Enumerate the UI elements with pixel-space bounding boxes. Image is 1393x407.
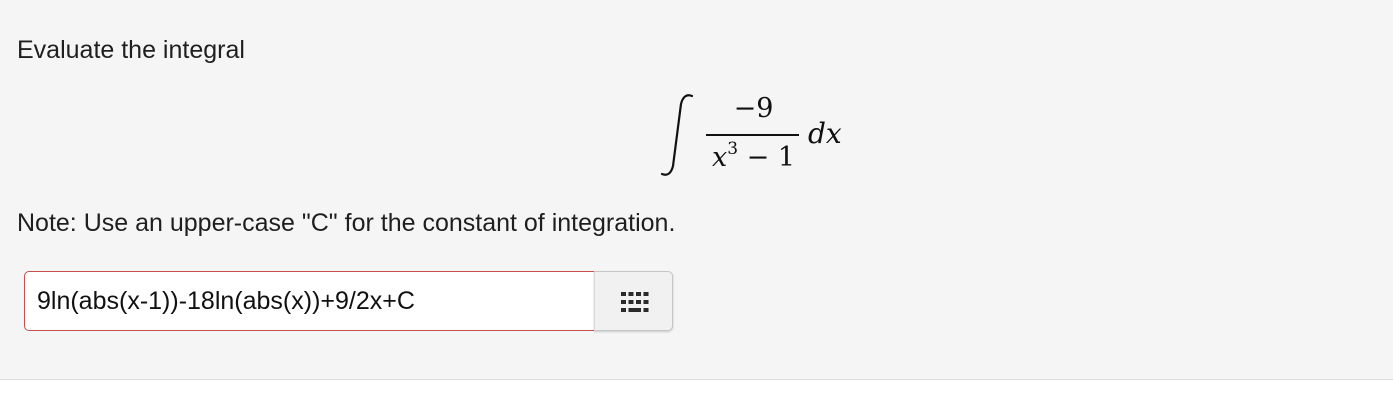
keypad-grid-icon [621, 292, 649, 312]
constant-note: Note: Use an upper-case "C" for the cons… [17, 209, 676, 237]
answer-input-group [24, 271, 673, 331]
integral-sign-icon [660, 94, 694, 176]
math-keypad-button[interactable] [594, 271, 673, 331]
denominator-variable: x [711, 142, 728, 173]
answer-input[interactable] [24, 271, 595, 331]
question-prompt: Evaluate the integral [17, 36, 245, 64]
integral-differential: dx [808, 117, 842, 150]
question-panel: Evaluate the integral −9 x3 − 1 dx Note:… [0, 0, 1393, 380]
integral-numerator: −9 [733, 93, 774, 124]
denominator-exponent: 3 [727, 139, 739, 159]
fraction-bar [706, 134, 799, 136]
integral-expression: −9 x3 − 1 dx [656, 92, 856, 182]
integral-denominator: x3 − 1 [706, 141, 801, 175]
denominator-constant: − 1 [738, 142, 796, 173]
